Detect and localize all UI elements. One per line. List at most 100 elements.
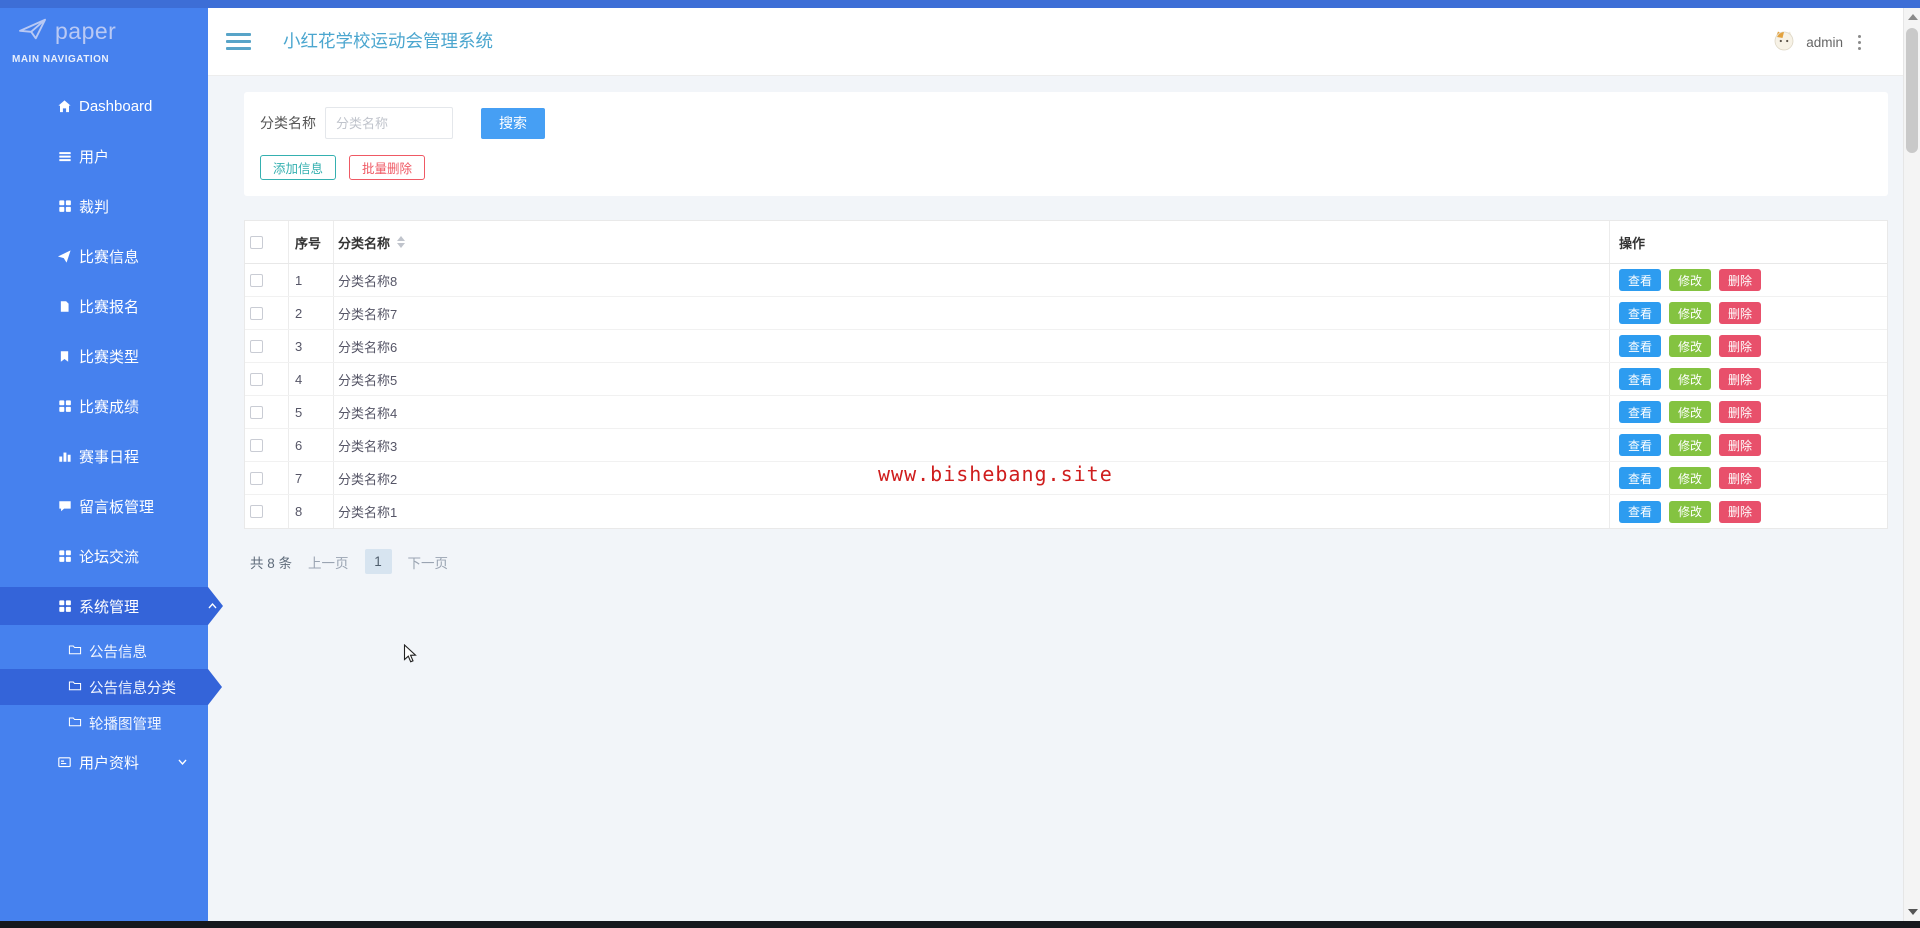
sidebar-item-match-info[interactable]: 比赛信息	[0, 237, 208, 275]
delete-button[interactable]: 删除	[1719, 335, 1762, 357]
sidebar-item-label: Dashboard	[79, 97, 153, 115]
cell-index: 5	[289, 396, 334, 428]
row-checkbox[interactable]	[250, 438, 263, 452]
view-button[interactable]: 查看	[1619, 368, 1662, 390]
current-page[interactable]: 1	[364, 549, 392, 574]
scrollbar-thumb[interactable]	[1906, 28, 1918, 153]
sidebar-item-label: 用户	[79, 148, 110, 166]
cell-name: 分类名称4	[334, 396, 1610, 428]
watermark-text: www.bishebang.site	[878, 462, 1113, 486]
edit-button[interactable]: 修改	[1669, 335, 1712, 357]
delete-button[interactable]: 删除	[1719, 434, 1762, 456]
row-checkbox[interactable]	[250, 273, 263, 287]
delete-button[interactable]: 删除	[1719, 368, 1762, 390]
row-checkbox[interactable]	[250, 306, 263, 320]
main-content: 分类名称 搜索 添加信息 批量删除 序号 分类名称 操作 1 分类名称8 查看 …	[208, 76, 1903, 921]
sidebar-item-user-profile[interactable]: 用户资料	[0, 743, 208, 781]
chevron-up-icon	[207, 601, 218, 612]
row-checkbox[interactable]	[250, 372, 263, 386]
delete-button[interactable]: 删除	[1719, 401, 1762, 423]
row-checkbox[interactable]	[250, 471, 263, 485]
table-header-row: 序号 分类名称 操作	[245, 221, 1887, 264]
view-button[interactable]: 查看	[1619, 467, 1662, 489]
sidebar-item-label: 比赛类型	[79, 348, 140, 366]
view-button[interactable]: 查看	[1619, 401, 1662, 423]
row-checkbox[interactable]	[250, 339, 263, 353]
sidebar-item-label: 比赛信息	[79, 248, 140, 266]
delete-button[interactable]: 删除	[1719, 269, 1762, 291]
add-info-button[interactable]: 添加信息	[260, 155, 337, 180]
sidebar-item-match-score[interactable]: 比赛成绩	[0, 387, 208, 425]
sidebar-item-label: 论坛交流	[79, 548, 140, 566]
sidebar-item-label: 比赛成绩	[79, 398, 140, 416]
pagination: 共 8 条 上一页 1 下一页	[250, 549, 448, 574]
sidebar-item-forum[interactable]: 论坛交流	[0, 537, 208, 575]
row-checkbox[interactable]	[250, 505, 263, 518]
sidebar-item-users[interactable]: 用户	[0, 137, 208, 175]
hamburger-menu-icon[interactable]	[226, 33, 251, 54]
delete-button[interactable]: 删除	[1719, 302, 1762, 324]
table-row: 2 分类名称7 查看 修改 删除	[245, 297, 1887, 330]
folder-icon	[68, 643, 82, 659]
sidebar-item-match-signup[interactable]: 比赛报名	[0, 287, 208, 325]
edit-button[interactable]: 修改	[1669, 368, 1712, 390]
sidebar-item-system-mgmt[interactable]: 系统管理	[0, 587, 223, 625]
edit-button[interactable]: 修改	[1669, 401, 1712, 423]
top-header: 小红花学校运动会管理系统 admin	[208, 8, 1903, 76]
row-checkbox[interactable]	[250, 405, 263, 419]
sidebar-subitem-label: 公告信息	[89, 644, 147, 661]
prev-page-link[interactable]: 上一页	[308, 552, 349, 572]
sidebar: paper MAIN NAVIGATION Dashboard 用户 裁判 比赛…	[0, 8, 223, 921]
cell-index: 6	[289, 429, 334, 461]
folder-icon	[68, 679, 82, 695]
sidebar-item-label: 用户资料	[79, 754, 140, 772]
user-menu[interactable]: admin	[1773, 8, 1865, 76]
avatar[interactable]	[1773, 29, 1795, 56]
logo[interactable]: paper	[0, 8, 208, 44]
grid-icon	[57, 599, 72, 613]
search-input[interactable]	[325, 107, 453, 139]
edit-button[interactable]: 修改	[1669, 434, 1712, 456]
view-button[interactable]: 查看	[1619, 434, 1662, 456]
sidebar-subitem-notice-info[interactable]: 公告信息	[0, 633, 208, 669]
sidebar-subitem-notice-category[interactable]: 公告信息分类	[0, 669, 222, 705]
column-header-actions: 操作	[1619, 235, 1646, 251]
book-icon	[57, 349, 72, 364]
sort-icon[interactable]	[397, 236, 406, 248]
select-all-checkbox[interactable]	[250, 235, 263, 249]
sidebar-item-label: 赛事日程	[79, 448, 140, 466]
vertical-scrollbar[interactable]	[1903, 8, 1920, 921]
paper-plane-logo-icon	[18, 16, 48, 47]
delete-button[interactable]: 删除	[1719, 467, 1762, 489]
sidebar-subitem-carousel-mgmt[interactable]: 轮播图管理	[0, 705, 208, 741]
username[interactable]: admin	[1806, 35, 1843, 50]
search-button[interactable]: 搜索	[481, 107, 545, 139]
list-icon	[57, 149, 72, 164]
search-form: 分类名称 搜索	[260, 107, 545, 139]
search-panel: 分类名称 搜索 添加信息 批量删除	[244, 92, 1888, 196]
ellipsis-menu-icon[interactable]	[1854, 31, 1865, 54]
grid-icon	[57, 199, 72, 213]
edit-button[interactable]: 修改	[1669, 302, 1712, 324]
view-button[interactable]: 查看	[1619, 500, 1662, 523]
scroll-up-arrow-icon[interactable]	[1908, 14, 1918, 20]
sidebar-item-referee[interactable]: 裁判	[0, 187, 208, 225]
table-toolbar: 添加信息 批量删除	[260, 155, 426, 180]
sidebar-item-match-type[interactable]: 比赛类型	[0, 337, 208, 375]
sidebar-item-schedule[interactable]: 赛事日程	[0, 437, 208, 475]
edit-button[interactable]: 修改	[1669, 467, 1712, 489]
delete-button[interactable]: 删除	[1719, 500, 1762, 523]
batch-delete-button[interactable]: 批量删除	[349, 155, 426, 180]
scroll-down-arrow-icon[interactable]	[1908, 909, 1918, 915]
next-page-link[interactable]: 下一页	[408, 552, 449, 572]
edit-button[interactable]: 修改	[1669, 269, 1712, 291]
sidebar-nav: Dashboard 用户 裁判 比赛信息 比赛报名 比赛类型 比赛成绩 赛事日程…	[0, 87, 223, 781]
table-row: 3 分类名称6 查看 修改 删除	[245, 330, 1887, 363]
view-button[interactable]: 查看	[1619, 302, 1662, 324]
cell-name: 分类名称5	[334, 363, 1610, 395]
sidebar-item-dashboard[interactable]: Dashboard	[0, 87, 208, 125]
view-button[interactable]: 查看	[1619, 335, 1662, 357]
edit-button[interactable]: 修改	[1669, 500, 1712, 523]
sidebar-item-message-board[interactable]: 留言板管理	[0, 487, 208, 525]
view-button[interactable]: 查看	[1619, 269, 1662, 291]
